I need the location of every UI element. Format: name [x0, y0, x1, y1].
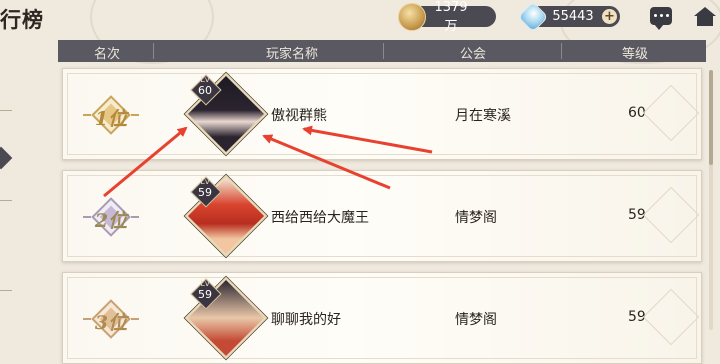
arrow-from-right-upper — [302, 125, 433, 154]
arrow-from-right-lower — [262, 134, 391, 190]
annotation-arrows — [103, 125, 433, 198]
arrow-from-rank-2 — [103, 126, 188, 198]
